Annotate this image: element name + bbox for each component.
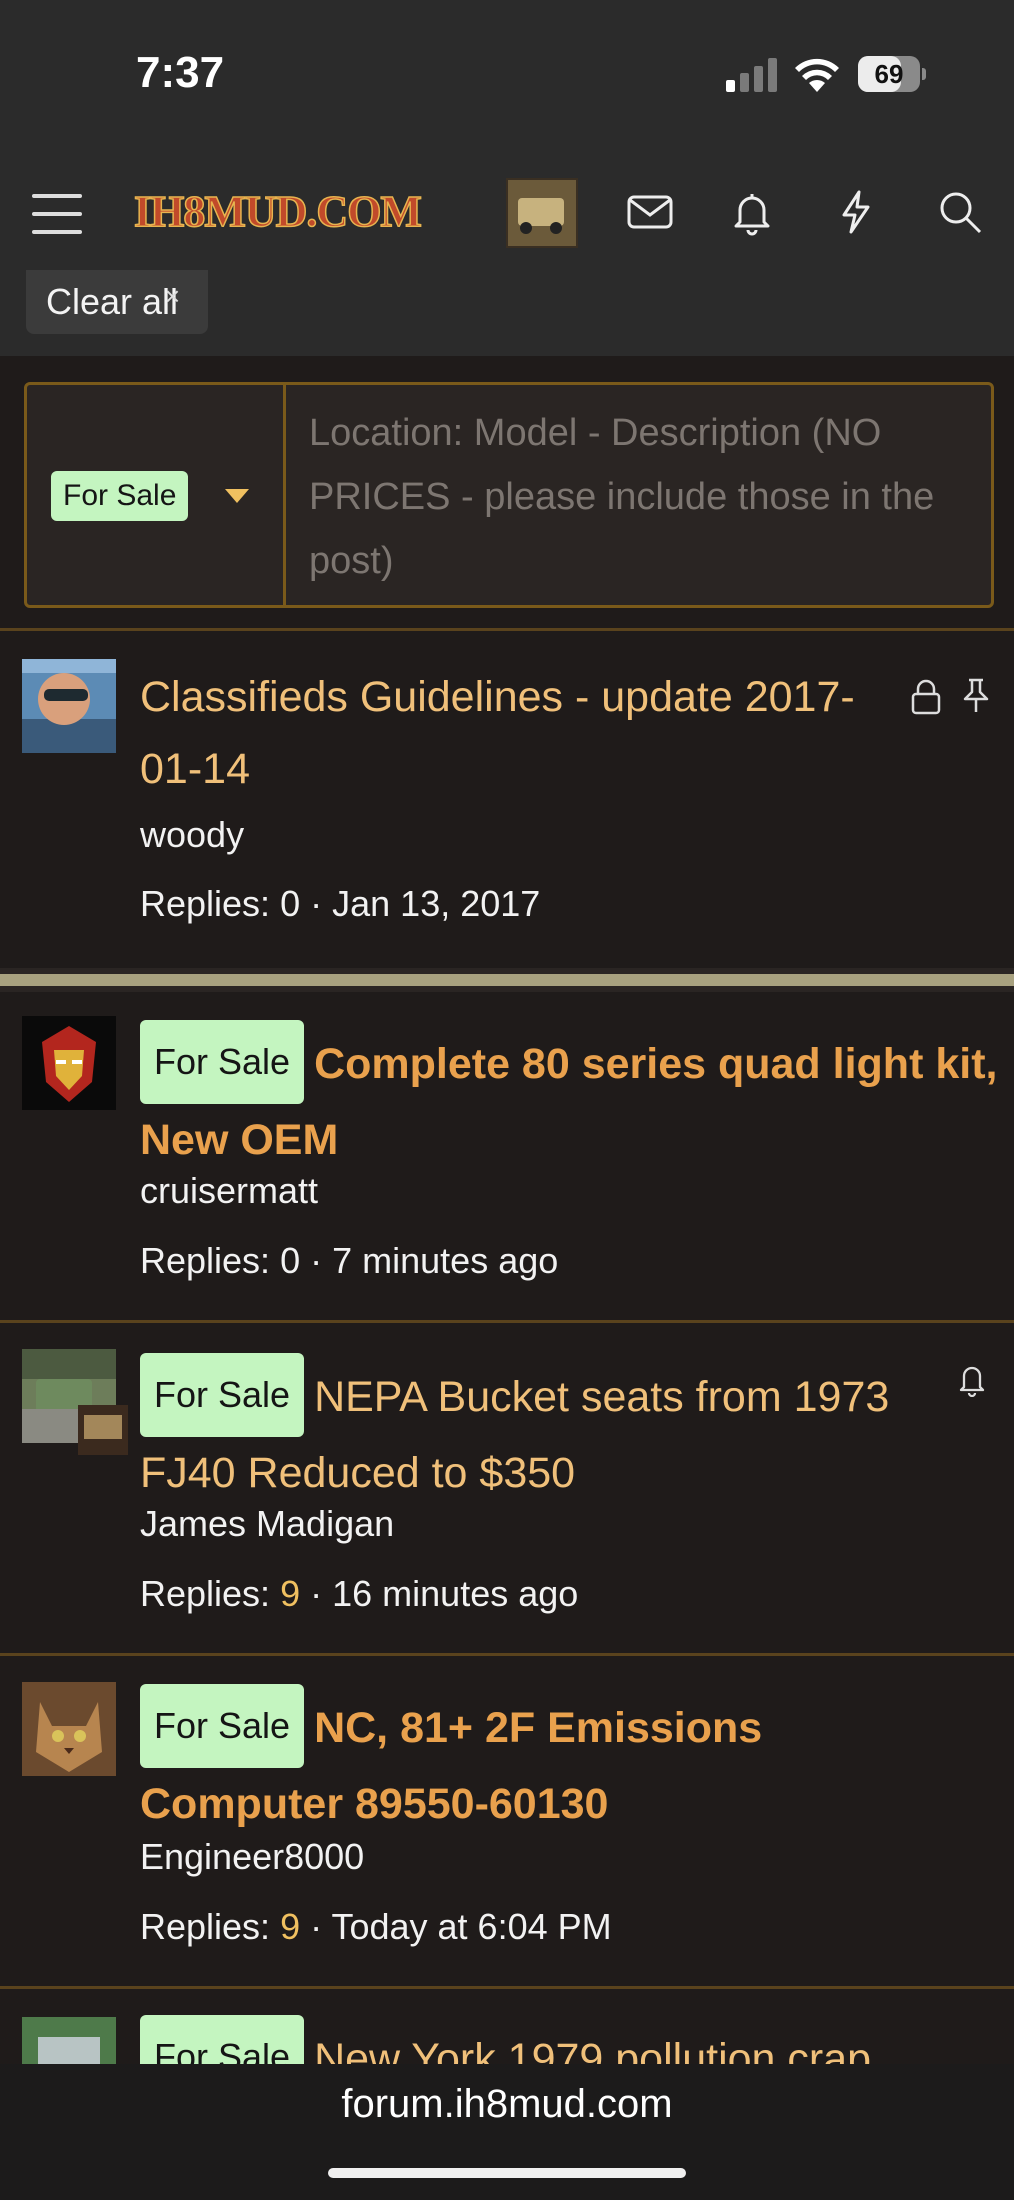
chevron-down-icon (225, 489, 249, 503)
replies-count: 0 (280, 1240, 301, 1281)
prefix-badge[interactable]: For Sale (140, 1020, 305, 1104)
thread-row[interactable]: For Sale NEPA Bucket seats from 1973 FJ40… (0, 1323, 1014, 1653)
thread-title-text: Classifieds Guidelines - update 2017-01-… (140, 673, 855, 793)
close-icon: × (164, 281, 181, 311)
avatar[interactable] (22, 2017, 116, 2064)
status-time: 7:37 (136, 48, 225, 97)
menu-button[interactable] (32, 194, 82, 234)
clear-all-label: Clear all (46, 281, 179, 322)
replies-count[interactable]: 9 (280, 1573, 300, 1614)
thread-author[interactable]: Engineer8000 (140, 1836, 364, 1878)
url-field[interactable]: forum.ih8mud.com (0, 2082, 1014, 2127)
replies-count: 0 (280, 883, 301, 924)
battery-indicator: 69 (858, 56, 928, 92)
thread-date: Jan 13, 2017 (332, 883, 541, 924)
prefix-badge: For Sale (51, 471, 189, 521)
envelope-icon[interactable] (626, 188, 674, 236)
bell-icon (959, 1366, 985, 1397)
thread-title[interactable]: For Sale New York 1979 pollution crap (140, 2015, 980, 2064)
sticky-separator (0, 968, 1014, 992)
avatar[interactable] (22, 1349, 128, 1455)
thread-date: 7 minutes ago (332, 1240, 559, 1281)
thread-author[interactable]: James Madigan (140, 1503, 394, 1545)
replies-label: Replies: (140, 1906, 271, 1947)
home-indicator[interactable] (328, 2168, 686, 2178)
thread-author[interactable]: cruisermatt (140, 1170, 318, 1212)
thread-row[interactable]: For Sale NC, 81+ 2F Emissions Computer 89… (0, 1656, 1014, 1986)
thread-meta: Replies: 9 · Today at 6:04 PM (140, 1906, 612, 1947)
site-logo[interactable]: IH8MUD.COM (133, 186, 422, 237)
lightning-icon[interactable] (832, 188, 880, 236)
replies-label: Replies: (140, 1573, 271, 1614)
prefix-badge[interactable]: For Sale (140, 2015, 305, 2064)
search-icon[interactable] (936, 188, 984, 236)
thread-date: Today at 6:04 PM (331, 1906, 612, 1947)
thread-title[interactable]: For Sale NC, 81+ 2F Emissions Computer 89… (140, 1684, 940, 1840)
replies-count[interactable]: 9 (280, 1906, 300, 1947)
thread-meta: Replies: 0 · Jan 13, 2017 (140, 883, 541, 924)
prefix-badge[interactable]: For Sale (140, 1353, 305, 1437)
thread-row[interactable]: For Sale Complete 80 series quad light ki… (0, 992, 1014, 1320)
new-thread-title-field: For Sale Location: Model - Description (… (24, 382, 994, 608)
browser-address-bar: forum.ih8mud.com (0, 2064, 1014, 2200)
thread-row[interactable]: For Sale New York 1979 pollution crap (0, 1989, 1014, 2064)
bell-icon[interactable] (728, 188, 776, 236)
battery-percentage: 69 (874, 59, 904, 89)
thread-author[interactable]: woody (140, 814, 244, 856)
avatar[interactable] (22, 1682, 116, 1776)
site-header: IH8MUD.COM (0, 150, 1014, 270)
thread-title-text: New York 1979 pollution crap (314, 2035, 872, 2064)
lock-icon (911, 679, 941, 715)
thread-title[interactable]: Classifieds Guidelines - update 2017-01-… (140, 661, 880, 805)
thread-meta: Replies: 0 · 7 minutes ago (140, 1240, 559, 1281)
prefix-badge[interactable]: For Sale (140, 1684, 305, 1768)
prefix-dropdown[interactable]: For Sale (27, 385, 286, 605)
cellular-signal-icon (726, 58, 777, 92)
pin-icon (963, 678, 989, 712)
thread-row[interactable]: Classifieds Guidelines - update 2017-01-… (0, 631, 1014, 968)
active-filters: Clear all × (0, 270, 1014, 356)
thread-title[interactable]: For Sale NEPA Bucket seats from 1973 FJ40… (140, 1353, 940, 1509)
thread-title[interactable]: For Sale Complete 80 series quad light ki… (140, 1020, 1000, 1176)
thread-meta: Replies: 9 · 16 minutes ago (140, 1573, 579, 1614)
status-bar: 7:37 69 (0, 0, 1014, 150)
clear-all-filters-button[interactable]: Clear all × (26, 270, 209, 334)
replies-label: Replies: (140, 883, 271, 924)
avatar[interactable] (22, 1016, 116, 1110)
wifi-icon (795, 58, 839, 92)
profile-thumbnail[interactable] (506, 178, 578, 248)
thread-date: 16 minutes ago (332, 1573, 579, 1614)
thread-title-input[interactable]: Location: Model - Description (NO PRICES… (309, 401, 969, 593)
replies-label: Replies: (140, 1240, 271, 1281)
avatar[interactable] (22, 659, 116, 753)
